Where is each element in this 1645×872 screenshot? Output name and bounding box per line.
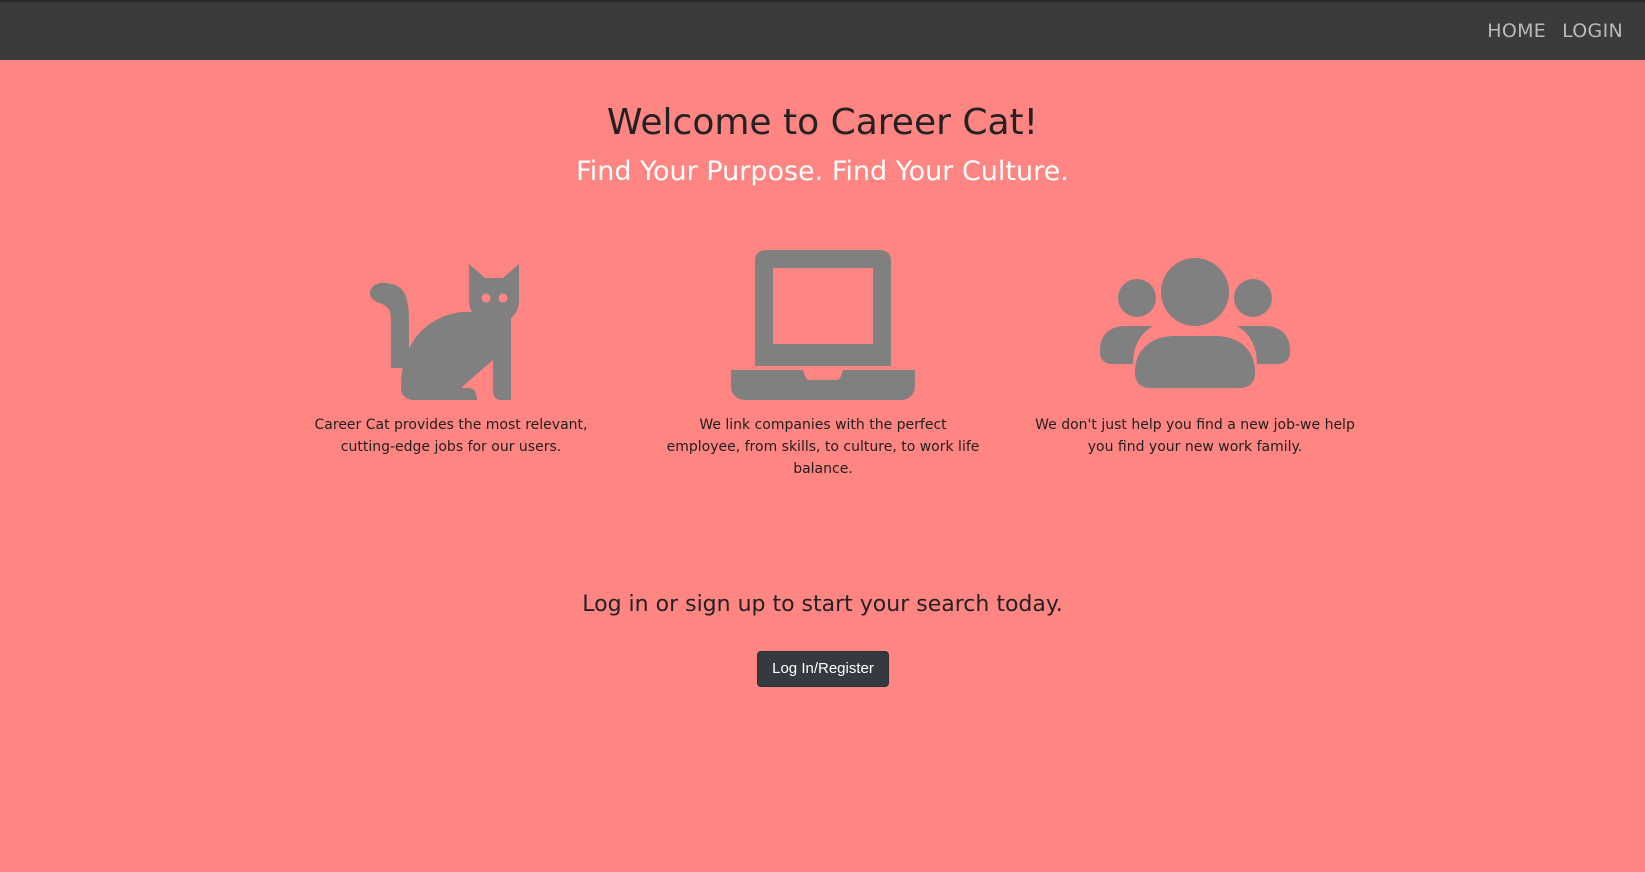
- users-icon: [1100, 258, 1290, 388]
- cta-message: Log in or sign up to start your search t…: [582, 592, 1063, 617]
- feature-card-work-family: We don't just help you find a new job-we…: [1035, 248, 1355, 455]
- login-register-button[interactable]: Log In/Register: [757, 651, 889, 687]
- feature-description: Career Cat provides the most relevant, c…: [314, 417, 588, 455]
- page-title: Welcome to Career Cat!: [606, 102, 1039, 143]
- nav-links: HOME LOGIN: [1487, 20, 1623, 42]
- laptop-icon: [731, 250, 915, 400]
- page-subtitle: Find Your Purpose. Find Your Culture.: [576, 156, 1069, 187]
- nav-login-link[interactable]: LOGIN: [1562, 20, 1623, 42]
- feature-card-relevant-jobs: Career Cat provides the most relevant, c…: [291, 248, 611, 455]
- feature-description: We link companies with the perfect emplo…: [666, 417, 980, 477]
- nav-home-link[interactable]: HOME: [1487, 20, 1546, 42]
- feature-description: We don't just help you find a new job-we…: [1035, 417, 1355, 455]
- feature-card-perfect-match: We link companies with the perfect emplo…: [663, 248, 983, 477]
- top-navbar: HOME LOGIN: [0, 0, 1645, 60]
- cat-icon: [369, 264, 519, 400]
